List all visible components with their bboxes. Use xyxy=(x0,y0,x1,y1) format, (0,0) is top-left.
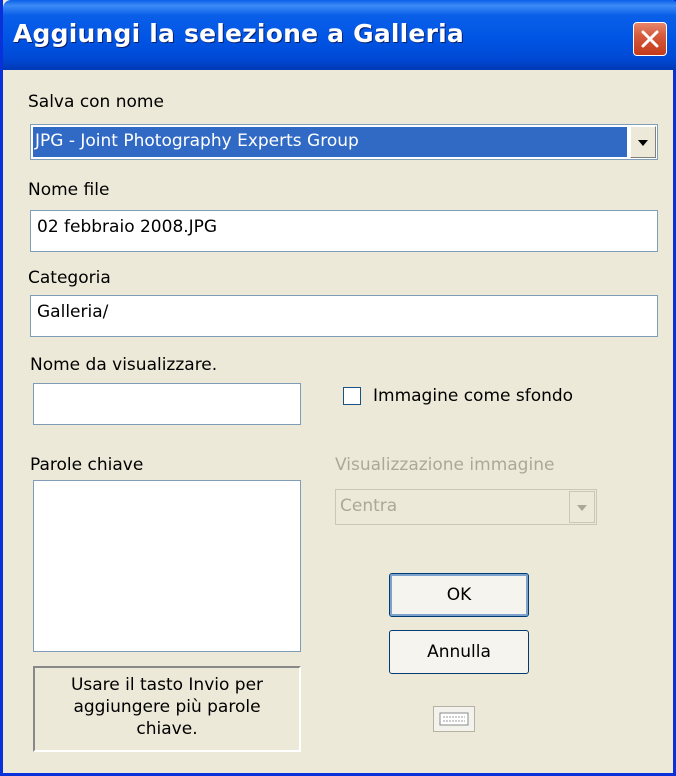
keywords-label: Parole chiave xyxy=(30,455,144,475)
cancel-button[interactable]: Annulla xyxy=(389,630,529,674)
keywords-textarea[interactable] xyxy=(33,480,301,652)
keywords-hint: Usare il tasto Invio per aggiungere più … xyxy=(33,666,301,752)
chevron-down-icon xyxy=(577,505,587,511)
category-label: Categoria xyxy=(28,268,111,288)
dialog-window: Aggiungi la selezione a Galleria Salva c… xyxy=(0,0,676,776)
chevron-down-icon xyxy=(638,140,648,146)
save-as-label: Salva con nome xyxy=(28,92,164,112)
image-display-dropdown[interactable]: Centra xyxy=(335,489,597,525)
keyboard-button[interactable] xyxy=(433,706,475,732)
filename-field[interactable]: 02 febbraio 2008.JPG xyxy=(30,210,658,252)
ok-button[interactable]: OK xyxy=(389,573,529,617)
category-field[interactable]: Galleria/ xyxy=(30,295,658,337)
save-as-value: JPG - Joint Photography Experts Group xyxy=(33,127,627,157)
display-name-field[interactable] xyxy=(33,383,301,425)
background-checkbox-label[interactable]: Immagine come sfondo xyxy=(373,386,573,406)
image-display-label: Visualizzazione immagine xyxy=(335,455,555,475)
keyboard-icon xyxy=(439,712,469,726)
background-checkbox[interactable] xyxy=(343,387,361,405)
close-button[interactable] xyxy=(633,22,667,56)
save-as-arrow[interactable] xyxy=(630,126,656,158)
window-title: Aggiungi la selezione a Galleria xyxy=(13,19,464,48)
image-display-arrow[interactable] xyxy=(569,491,595,523)
close-icon xyxy=(641,30,659,48)
save-as-dropdown[interactable]: JPG - Joint Photography Experts Group xyxy=(30,124,658,160)
display-name-label: Nome da visualizzare. xyxy=(30,355,218,375)
image-display-value: Centra xyxy=(340,496,398,516)
filename-label: Nome file xyxy=(28,180,110,200)
title-bar[interactable]: Aggiungi la selezione a Galleria xyxy=(3,0,676,70)
